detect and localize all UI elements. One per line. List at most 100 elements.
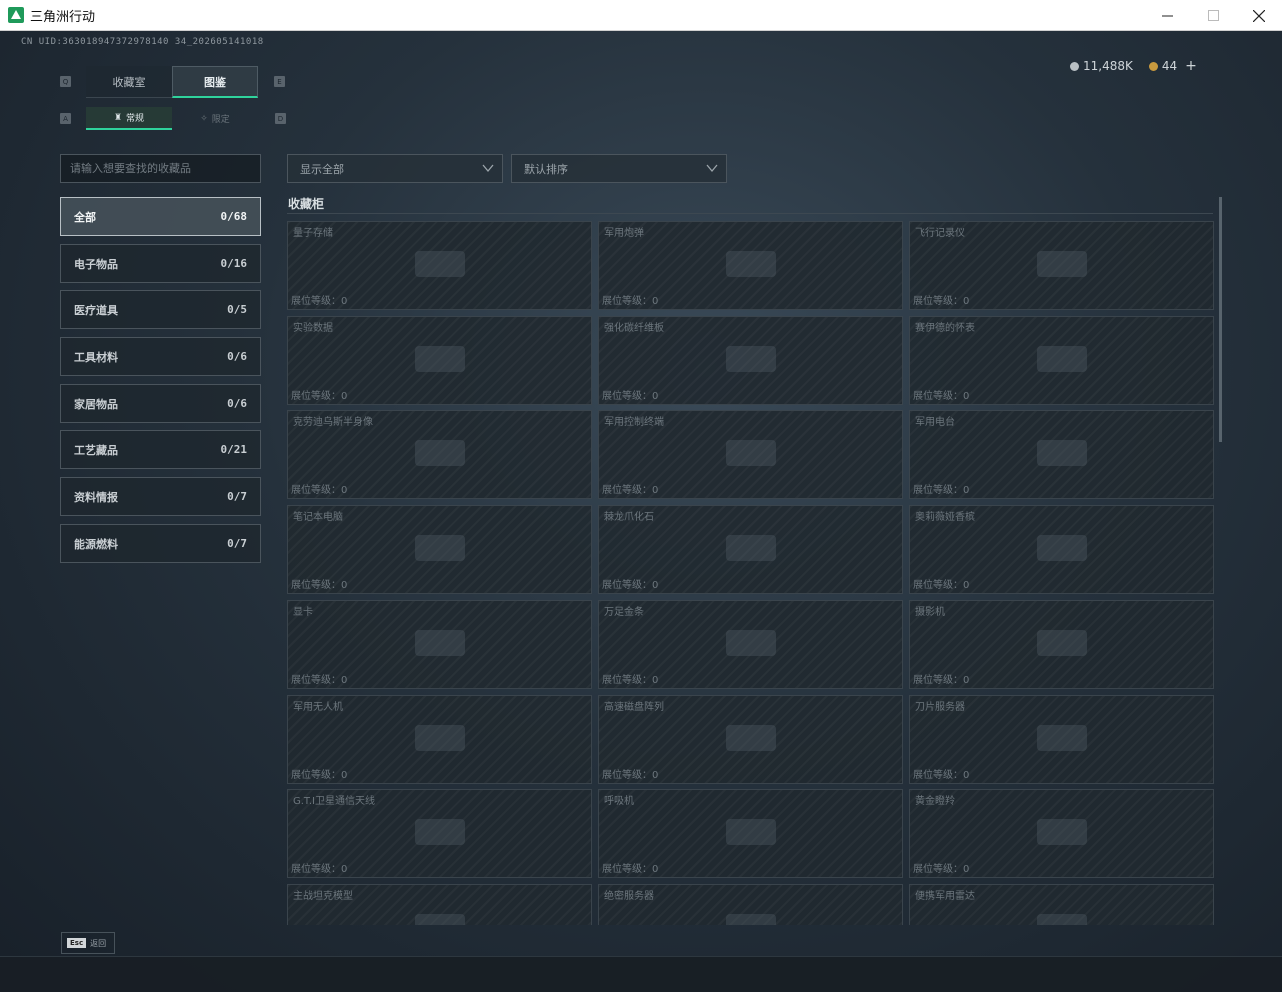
- item-silhouette-icon: [716, 241, 786, 291]
- item-level: 展位等级：0: [602, 580, 659, 591]
- item-silhouette-icon: [716, 336, 786, 386]
- category-household[interactable]: 家居物品 0/6: [60, 384, 261, 423]
- collection-grid: 量子存储 展位等级：0 军用炮弹 展位等级：0 飞行记录仪 展位等级：0 实验数据 展位等级：…: [287, 221, 1214, 925]
- item-silhouette-icon: [405, 715, 475, 765]
- close-button[interactable]: [1236, 0, 1282, 31]
- item-name: 摄影机: [915, 607, 945, 618]
- item-name: 高速磁盘阵列: [604, 702, 664, 713]
- collection-item-card[interactable]: 军用电台 展位等级：0: [909, 410, 1214, 499]
- item-silhouette-icon: [405, 904, 475, 925]
- item-level: 展位等级：0: [602, 770, 659, 781]
- item-silhouette-icon: [1027, 336, 1097, 386]
- category-electronics[interactable]: 电子物品 0/16: [60, 244, 261, 283]
- item-silhouette-icon: [405, 809, 475, 859]
- category-count: 0/21: [220, 443, 248, 456]
- item-level: 展位等级：0: [291, 864, 348, 875]
- minimize-button[interactable]: [1144, 0, 1190, 31]
- item-level: 展位等级：0: [602, 485, 659, 496]
- collection-item-card[interactable]: 呼吸机 展位等级：0: [598, 789, 903, 878]
- esc-key-icon: Esc: [67, 938, 87, 948]
- category-energy[interactable]: 能源燃料 0/7: [60, 524, 261, 563]
- item-level: 展位等级：0: [602, 675, 659, 686]
- tab-prev-key: Q: [60, 76, 71, 87]
- collection-item-card[interactable]: 主战坦克模型展位等级：0: [287, 884, 592, 925]
- collection-item-card[interactable]: 刀片服务器 展位等级：0: [909, 695, 1214, 784]
- section-title: 收藏柜: [288, 197, 325, 211]
- main-tabs: 收藏室 图鉴: [86, 66, 258, 98]
- sort-dropdown[interactable]: 默认排序: [511, 154, 727, 183]
- collection-item-card[interactable]: 万足金条 展位等级：0: [598, 600, 903, 689]
- maximize-icon: [1207, 10, 1219, 21]
- item-name: 奥莉薇娅香槟: [915, 512, 975, 523]
- app-logo-icon: [8, 7, 24, 23]
- tab-codex[interactable]: 图鉴: [172, 66, 258, 98]
- category-label: 能源燃料: [74, 537, 118, 551]
- collection-item-card[interactable]: 便携军用雷达展位等级：0: [909, 884, 1214, 925]
- collection-item-card[interactable]: 量子存储 展位等级：0: [287, 221, 592, 310]
- category-all[interactable]: 全部 0/68: [60, 197, 261, 236]
- category-intel[interactable]: 资料情报 0/7: [60, 477, 261, 516]
- back-button[interactable]: Esc 返回: [61, 932, 115, 954]
- collection-item-card[interactable]: 摄影机 展位等级：0: [909, 600, 1214, 689]
- collection-item-card[interactable]: 笔记本电脑 展位等级：0: [287, 505, 592, 594]
- currency-bar: 11,488K 44 +: [1070, 58, 1197, 74]
- collection-item-card[interactable]: 赛伊德的怀表 展位等级：0: [909, 316, 1214, 405]
- search-input[interactable]: [70, 162, 255, 175]
- item-name: G.T.I卫星通信天线: [293, 796, 375, 807]
- item-silhouette-icon: [1027, 620, 1097, 670]
- collection-item-card[interactable]: 克劳迪乌斯半身像 展位等级：0: [287, 410, 592, 499]
- tab-collection-room[interactable]: 收藏室: [86, 66, 172, 98]
- window-controls: [1144, 0, 1282, 31]
- item-silhouette-icon: [716, 715, 786, 765]
- silver-amount: 11,488K: [1083, 59, 1133, 73]
- subtab-regular[interactable]: ♜ 常规: [86, 107, 172, 130]
- collection-item-card[interactable]: 绝密服务器展位等级：0: [598, 884, 903, 925]
- item-name: 笔记本电脑: [293, 512, 343, 523]
- item-silhouette-icon: [716, 620, 786, 670]
- grid-scrollbar[interactable]: [1219, 197, 1222, 442]
- collection-item-card[interactable]: 显卡 展位等级：0: [287, 600, 592, 689]
- game-viewport: CN UID:363018947372978140 34_20260514101…: [0, 31, 1282, 992]
- add-currency-button[interactable]: +: [1185, 58, 1197, 74]
- silver-coin-icon: [1070, 61, 1079, 71]
- item-silhouette-icon: [716, 809, 786, 859]
- window-titlebar: 三角洲行动: [0, 0, 1282, 31]
- category-count: 0/7: [227, 537, 247, 550]
- filter-dropdown[interactable]: 显示全部: [287, 154, 503, 183]
- collection-item-card[interactable]: 奥莉薇娅香槟 展位等级：0: [909, 505, 1214, 594]
- item-name: 绝密服务器: [604, 891, 654, 902]
- gold-amount: 44: [1161, 59, 1178, 73]
- category-label: 工具材料: [74, 350, 118, 364]
- category-medical[interactable]: 医疗道具 0/5: [60, 290, 261, 329]
- category-crafts[interactable]: 工艺藏品 0/21: [60, 430, 261, 469]
- bottle-icon: ♜: [113, 112, 123, 123]
- collection-item-card[interactable]: 强化碳纤维板 展位等级：0: [598, 316, 903, 405]
- collection-item-card[interactable]: 黄金瞪羚 展位等级：0: [909, 789, 1214, 878]
- item-silhouette-icon: [1027, 715, 1097, 765]
- subtab-prev-key: A: [60, 113, 71, 124]
- category-tools[interactable]: 工具材料 0/6: [60, 337, 261, 376]
- minimize-icon: [1161, 15, 1173, 17]
- maximize-button[interactable]: [1190, 0, 1236, 31]
- collection-item-card[interactable]: 飞行记录仪 展位等级：0: [909, 221, 1214, 310]
- item-silhouette-icon: [405, 525, 475, 575]
- category-count: 0/68: [220, 210, 248, 223]
- item-level: 展位等级：0: [602, 296, 659, 307]
- subtab-limited[interactable]: ✧ 限定: [172, 107, 258, 130]
- collection-item-card[interactable]: 棘龙爪化石 展位等级：0: [598, 505, 903, 594]
- collection-item-card[interactable]: 高速磁盘阵列 展位等级：0: [598, 695, 903, 784]
- subtab-limited-label: 限定: [211, 115, 230, 125]
- collection-item-card[interactable]: 军用控制终端 展位等级：0: [598, 410, 903, 499]
- collection-item-card[interactable]: 实验数据 展位等级：0: [287, 316, 592, 405]
- bottom-bar: [0, 956, 1282, 992]
- collection-item-card[interactable]: 军用无人机 展位等级：0: [287, 695, 592, 784]
- item-level: 展位等级：0: [291, 485, 348, 496]
- category-count: 0/6: [227, 350, 247, 363]
- item-silhouette-icon: [1027, 525, 1097, 575]
- item-name: 呼吸机: [604, 796, 634, 807]
- collection-item-card[interactable]: 军用炮弹 展位等级：0: [598, 221, 903, 310]
- item-silhouette-icon: [405, 430, 475, 480]
- item-level: 展位等级：0: [913, 580, 970, 591]
- collection-item-card[interactable]: G.T.I卫星通信天线 展位等级：0: [287, 789, 592, 878]
- category-label: 电子物品: [74, 257, 118, 271]
